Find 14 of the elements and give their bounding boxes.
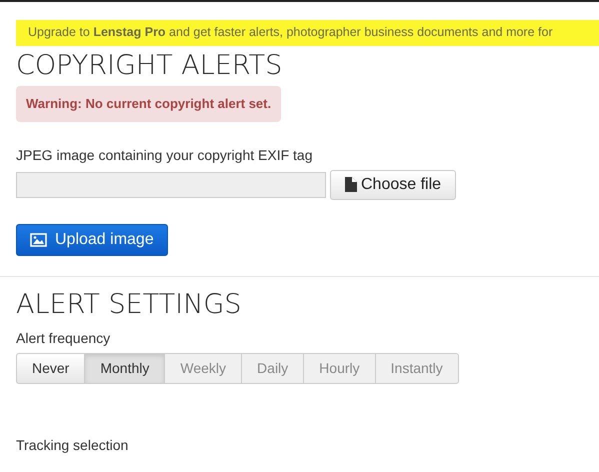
warning-alert: Warning: No current copyright alert set.: [16, 86, 282, 122]
image-icon: [30, 232, 47, 247]
section-heading: ALERT SETTINGS: [16, 288, 242, 322]
frequency-option[interactable]: Never: [16, 353, 86, 384]
choose-file-button[interactable]: Choose file: [330, 170, 456, 200]
upload-image-button[interactable]: Upload image: [16, 224, 168, 256]
frequency-option[interactable]: Monthly: [84, 353, 166, 384]
field-label: JPEG image containing your copyright EXIF tag: [16, 146, 314, 164]
field-label: Tracking selection: [16, 436, 130, 455]
upgrade-banner: Upgrade to Lenstag Pro and get faster alerts, photographer business documents and more for: [16, 20, 599, 46]
field-label: Alert frequency: [16, 329, 112, 348]
file-name-field[interactable]: [16, 172, 326, 198]
section-heading: COPYRIGHT ALERTS: [16, 50, 284, 82]
file-icon: [345, 177, 357, 192]
